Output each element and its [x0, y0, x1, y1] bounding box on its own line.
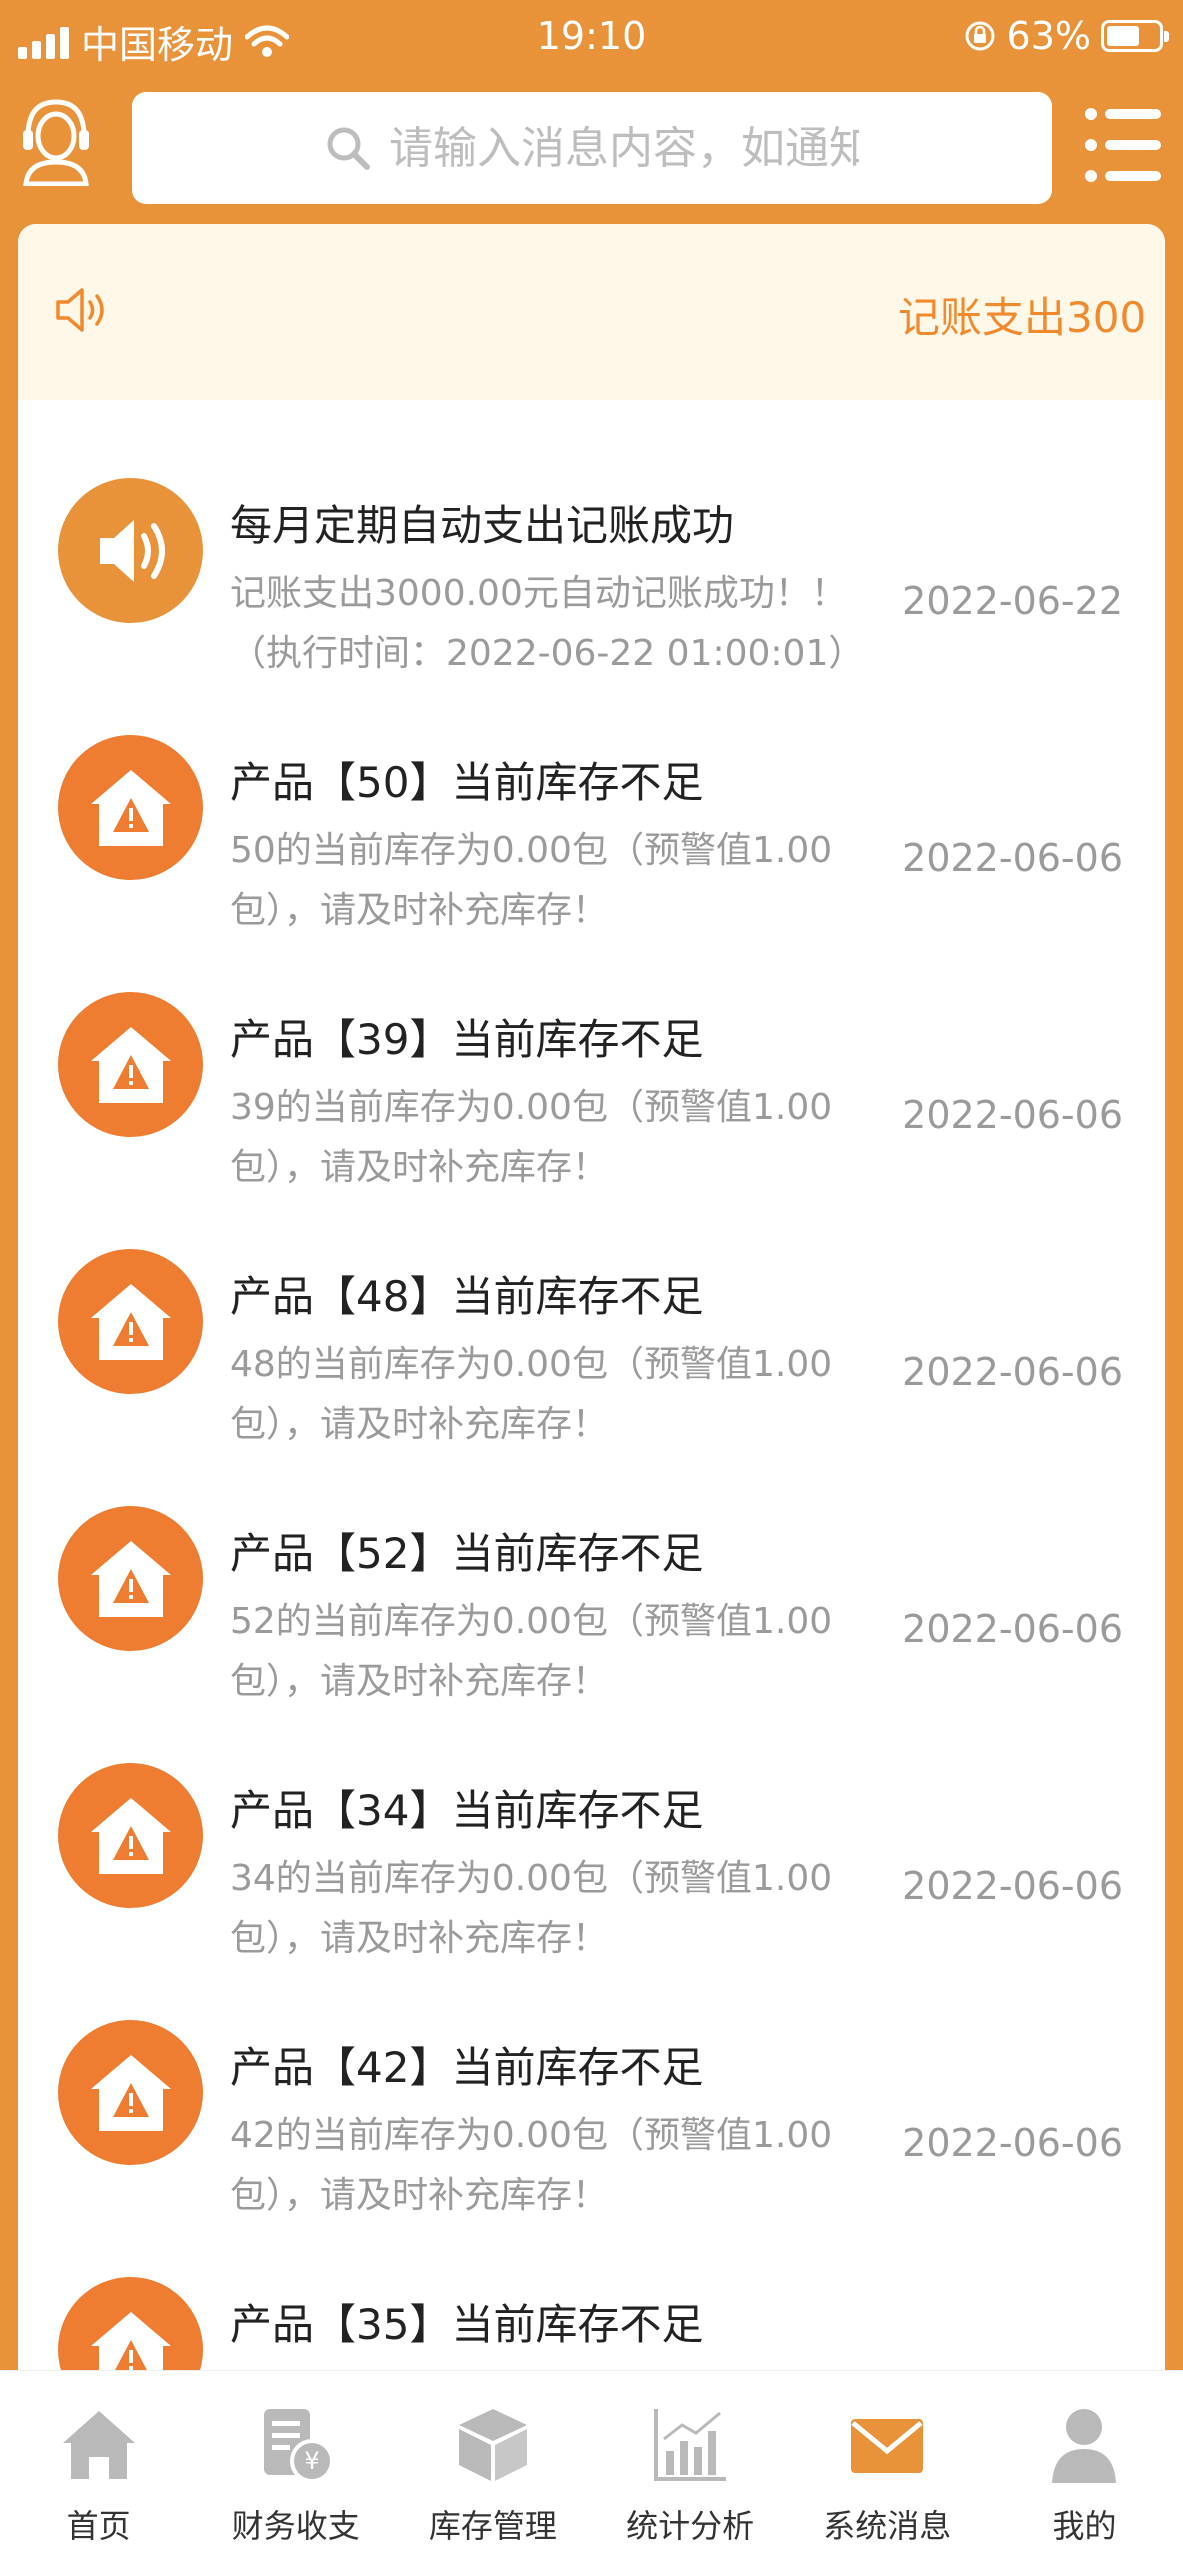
speaker-badge-icon [58, 464, 203, 639]
mail-icon [847, 2405, 927, 2489]
tab-chart[interactable]: 统计分析 [592, 2371, 789, 2560]
message-item[interactable]: 产品【35】当前库存不足 35的当前库存为0.00包（预警值1.00包），请及时补… [18, 2223, 1165, 2370]
message-date: 2022-06-06 [902, 2121, 1123, 2165]
status-right: 63% [963, 14, 1169, 58]
tab-label: 财务收支 [231, 2507, 360, 2545]
message-title: 产品【52】当前库存不足 [230, 1529, 704, 1578]
status-bar: 中国移动 19:10 63% [0, 0, 1183, 72]
menu-list-icon[interactable] [1083, 100, 1163, 190]
message-desc: 记账支出3000.00元自动记账成功！！（执行时间：2022-06-22 01:… [230, 573, 865, 674]
message-title: 产品【48】当前库存不足 [230, 1272, 704, 1321]
house-warning-icon [58, 2263, 203, 2370]
message-item[interactable]: 产品【52】当前库存不足 52的当前库存为0.00包（预警值1.00包），请及时补… [18, 1452, 1165, 1709]
message-date: 2022-06-06 [902, 1864, 1123, 1908]
message-date: 2022-06-06 [902, 1350, 1123, 1394]
tab-label: 我的 [1052, 2507, 1117, 2545]
search-bar[interactable] [132, 92, 1052, 204]
house-warning-icon [58, 1749, 203, 1924]
message-panel: 记账支出300 每月定期自动支出记账成功记账支出3000.00元自动记账成功！！… [18, 224, 1165, 2370]
battery-icon [1101, 20, 1169, 52]
notice-text: 记账支出300 [898, 293, 1147, 342]
bottom-tab-bar: 首页 ¥ 财务收支 库存管理 统计分析 系统消息 我的 [0, 2370, 1183, 2560]
battery-fill [1107, 26, 1139, 46]
house-warning-icon [58, 2006, 203, 2181]
tab-label: 首页 [66, 2507, 131, 2545]
speaker-icon [56, 288, 104, 332]
message-item[interactable]: 产品【48】当前库存不足 48的当前库存为0.00包（预警值1.00包），请及时补… [18, 1195, 1165, 1452]
tab-finance-bill[interactable]: ¥ 财务收支 [197, 2371, 394, 2560]
tab-home[interactable]: 首页 [0, 2371, 197, 2560]
house-warning-icon [58, 1492, 203, 1667]
message-item[interactable]: 产品【34】当前库存不足 34的当前库存为0.00包（预警值1.00包），请及时补… [18, 1709, 1165, 1966]
user-icon [1044, 2405, 1124, 2489]
house-warning-icon [58, 978, 203, 1153]
customer-service-icon[interactable] [20, 96, 92, 186]
message-desc: 50的当前库存为0.00包（预警值1.00包），请及时补充库存！ [230, 830, 833, 931]
message-desc: 52的当前库存为0.00包（预警值1.00包），请及时补充库存！ [230, 1601, 833, 1702]
message-desc: 34的当前库存为0.00包（预警值1.00包），请及时补充库存！ [230, 1858, 833, 1959]
message-desc: 35的当前库存为0.00包（预警值1.00包），请及时补充库存！ [230, 2363, 850, 2370]
tab-inventory-box[interactable]: 库存管理 [394, 2371, 591, 2560]
message-date: 2022-06-06 [902, 1607, 1123, 1651]
rotation-lock-icon [965, 21, 995, 51]
message-item[interactable]: 每月定期自动支出记账成功记账支出3000.00元自动记账成功！！（执行时间：20… [18, 424, 1165, 681]
message-title: 产品【42】当前库存不足 [230, 2043, 704, 2092]
tab-mail[interactable]: 系统消息 [789, 2371, 986, 2560]
message-title: 每月定期自动支出记账成功 [230, 501, 735, 550]
tab-label: 库存管理 [428, 2507, 557, 2545]
message-title: 产品【34】当前库存不足 [230, 1786, 704, 1835]
message-item[interactable]: 产品【42】当前库存不足 42的当前库存为0.00包（预警值1.00包），请及时补… [18, 1966, 1165, 2223]
notice-bar[interactable]: 记账支出300 [18, 224, 1165, 400]
message-date: 2022-06-06 [902, 1093, 1123, 1137]
message-title: 产品【39】当前库存不足 [230, 1015, 704, 1064]
finance-bill-icon: ¥ [256, 2405, 336, 2489]
chart-icon [650, 2405, 730, 2489]
message-item[interactable]: 产品【39】当前库存不足 39的当前库存为0.00包（预警值1.00包），请及时补… [18, 938, 1165, 1195]
message-title: 产品【35】当前库存不足 [230, 2300, 704, 2349]
svg-text:¥: ¥ [304, 2447, 319, 2475]
tab-user[interactable]: 我的 [986, 2371, 1183, 2560]
house-warning-icon [58, 1235, 203, 1410]
message-list: 每月定期自动支出记账成功记账支出3000.00元自动记账成功！！（执行时间：20… [18, 424, 1165, 2370]
inventory-box-icon [453, 2405, 533, 2489]
message-desc: 48的当前库存为0.00包（预警值1.00包），请及时补充库存！ [230, 1344, 833, 1445]
search-input[interactable] [389, 122, 859, 174]
header [0, 80, 1183, 210]
house-warning-icon [58, 721, 203, 896]
tab-label: 统计分析 [626, 2507, 755, 2545]
search-icon [327, 127, 370, 170]
message-title: 产品【50】当前库存不足 [230, 758, 704, 807]
message-date: 2022-06-06 [902, 836, 1123, 880]
message-item[interactable]: 产品【50】当前库存不足 50的当前库存为0.00包（预警值1.00包），请及时补… [18, 681, 1165, 938]
battery-percent: 63% [1006, 14, 1091, 58]
home-icon [59, 2405, 139, 2489]
message-desc: 39的当前库存为0.00包（预警值1.00包），请及时补充库存！ [230, 1087, 833, 1188]
message-date: 2022-06-22 [902, 579, 1123, 623]
tab-label: 系统消息 [823, 2507, 952, 2545]
message-desc: 42的当前库存为0.00包（预警值1.00包），请及时补充库存！ [230, 2115, 833, 2216]
